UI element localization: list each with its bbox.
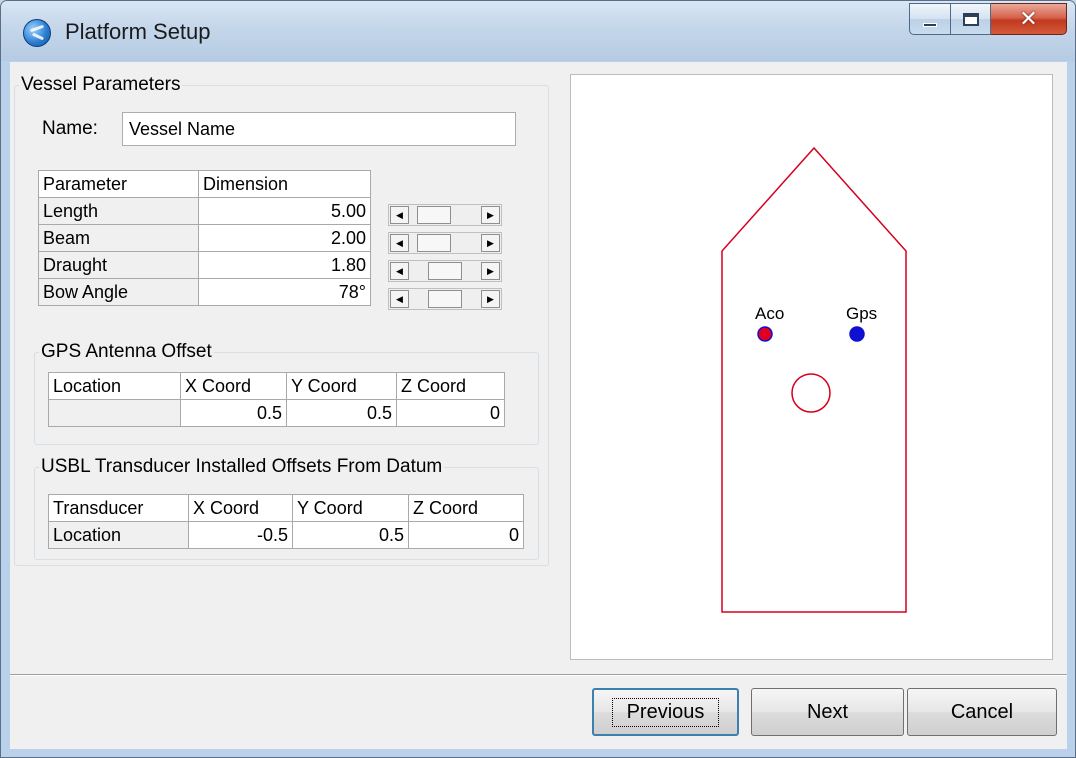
- maximize-button[interactable]: [951, 3, 991, 35]
- vessel-preview-canvas: Aco Gps: [570, 74, 1053, 660]
- y-coord-cell[interactable]: 0.5: [286, 399, 397, 427]
- parameter-cell: Bow Angle: [38, 278, 199, 306]
- column-header-location: Location: [48, 372, 181, 400]
- scroll-left-arrow-icon[interactable]: ◀: [390, 206, 409, 224]
- platform-setup-window: Platform Setup ✕ Vessel Parameters Name:…: [0, 0, 1076, 758]
- vessel-dimensions-table: Parameter Dimension Length 5.00 Beam 2.0…: [38, 170, 371, 306]
- scroll-left-arrow-icon[interactable]: ◀: [390, 234, 409, 252]
- table-row[interactable]: Draught 1.80: [38, 251, 371, 279]
- aco-label: Aco: [755, 304, 784, 323]
- gps-offset-table: Location X Coord Y Coord Z Coord 0.5 0.5…: [48, 372, 505, 427]
- scroll-left-arrow-icon[interactable]: ◀: [390, 290, 409, 308]
- gps-label: Gps: [846, 304, 877, 323]
- column-header-x-coord: X Coord: [188, 494, 293, 522]
- beam-scrollbar[interactable]: ◀ ▶: [388, 232, 502, 254]
- table-row[interactable]: 0.5 0.5 0: [48, 399, 505, 427]
- scrollbar-thumb[interactable]: [428, 290, 462, 308]
- dimension-cell[interactable]: 2.00: [198, 224, 371, 252]
- column-header-z-coord: Z Coord: [408, 494, 524, 522]
- location-cell: [48, 399, 181, 427]
- title-bar[interactable]: Platform Setup ✕: [1, 1, 1075, 61]
- z-coord-cell[interactable]: 0: [408, 521, 524, 549]
- scroll-right-arrow-icon[interactable]: ▶: [481, 262, 500, 280]
- vessel-diagram: Aco Gps: [721, 146, 907, 613]
- table-header-row: Location X Coord Y Coord Z Coord: [48, 372, 505, 400]
- y-coord-cell[interactable]: 0.5: [292, 521, 409, 549]
- dimension-cell[interactable]: 78°: [198, 278, 371, 306]
- footer-separator: [10, 674, 1067, 676]
- globe-icon: [23, 19, 51, 47]
- maximize-icon: [962, 12, 979, 26]
- scroll-left-arrow-icon[interactable]: ◀: [390, 262, 409, 280]
- aco-transducer-marker: [757, 326, 773, 342]
- scroll-right-arrow-icon[interactable]: ▶: [481, 206, 500, 224]
- cancel-button[interactable]: Cancel: [907, 688, 1057, 736]
- scroll-right-arrow-icon[interactable]: ▶: [481, 234, 500, 252]
- close-icon: ✕: [1019, 6, 1038, 32]
- minimize-icon: [923, 23, 937, 27]
- scroll-right-arrow-icon[interactable]: ▶: [481, 290, 500, 308]
- usbl-transducer-offsets-legend: USBL Transducer Installed Offsets From D…: [41, 456, 443, 477]
- length-scrollbar[interactable]: ◀ ▶: [388, 204, 502, 226]
- scrollbar-thumb[interactable]: [428, 262, 462, 280]
- caption-buttons: ✕: [909, 3, 1067, 37]
- x-coord-cell[interactable]: -0.5: [188, 521, 293, 549]
- gps-antenna-offset-legend: GPS Antenna Offset: [41, 341, 212, 362]
- window-title: Platform Setup: [65, 19, 211, 44]
- table-row[interactable]: Bow Angle 78°: [38, 278, 371, 306]
- column-header-transducer: Transducer: [48, 494, 189, 522]
- name-label: Name:: [42, 118, 98, 139]
- dialog-client-area: Vessel Parameters Name: Parameter Dimens…: [10, 62, 1067, 749]
- previous-button[interactable]: Previous: [592, 688, 739, 736]
- column-header-dimension: Dimension: [198, 170, 371, 198]
- datum-circle-marker: [791, 373, 831, 413]
- usbl-offset-table: Transducer X Coord Y Coord Z Coord Locat…: [48, 494, 524, 549]
- transducer-cell: Location: [48, 521, 189, 549]
- table-row[interactable]: Length 5.00: [38, 197, 371, 225]
- vessel-parameters-legend: Vessel Parameters: [21, 74, 181, 95]
- gps-antenna-marker: [849, 326, 865, 342]
- dimension-cell[interactable]: 1.80: [198, 251, 371, 279]
- dimension-cell[interactable]: 5.00: [198, 197, 371, 225]
- close-button[interactable]: ✕: [991, 3, 1067, 35]
- vessel-hull-outline: [721, 146, 907, 613]
- x-coord-cell[interactable]: 0.5: [180, 399, 287, 427]
- column-header-x-coord: X Coord: [180, 372, 287, 400]
- bow-angle-scrollbar[interactable]: ◀ ▶: [388, 288, 502, 310]
- parameter-cell: Length: [38, 197, 199, 225]
- parameter-cell: Beam: [38, 224, 199, 252]
- scrollbar-thumb[interactable]: [417, 234, 452, 252]
- parameter-cell: Draught: [38, 251, 199, 279]
- next-button[interactable]: Next: [751, 688, 904, 736]
- column-header-z-coord: Z Coord: [396, 372, 505, 400]
- z-coord-cell[interactable]: 0: [396, 399, 505, 427]
- table-row[interactable]: Location -0.5 0.5 0: [48, 521, 524, 549]
- table-row[interactable]: Beam 2.00: [38, 224, 371, 252]
- minimize-button[interactable]: [909, 3, 951, 35]
- column-header-y-coord: Y Coord: [286, 372, 397, 400]
- previous-button-label: Previous: [611, 697, 720, 727]
- draught-scrollbar[interactable]: ◀ ▶: [388, 260, 502, 282]
- column-header-y-coord: Y Coord: [292, 494, 409, 522]
- table-header-row: Transducer X Coord Y Coord Z Coord: [48, 494, 524, 522]
- scrollbar-thumb[interactable]: [417, 206, 452, 224]
- table-header-row: Parameter Dimension: [38, 170, 371, 198]
- column-header-parameter: Parameter: [38, 170, 199, 198]
- vessel-name-input[interactable]: [122, 112, 516, 146]
